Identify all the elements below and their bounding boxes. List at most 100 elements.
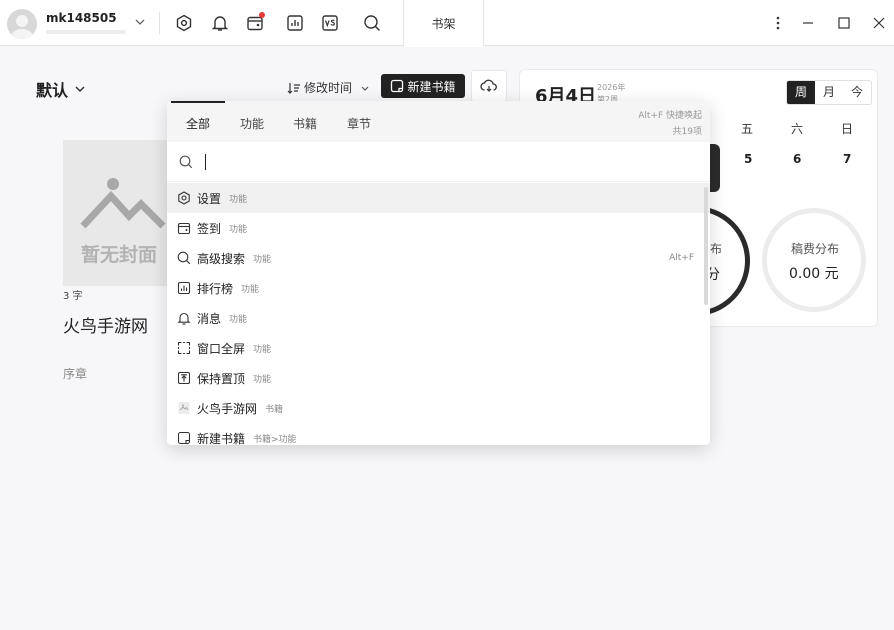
more-icon[interactable] <box>768 13 788 33</box>
top-bar: mk148505 书架 <box>0 0 894 47</box>
username[interactable]: mk148505 <box>46 11 117 25</box>
book-card[interactable]: 暂无封面 <box>63 140 173 286</box>
app-window: mk148505 书架 默认 修改时间 新建书籍 暂无封面 3 字 火鸟手游网 … <box>0 0 894 630</box>
new-book-icon <box>391 79 404 93</box>
royalty-distribution-ring <box>762 208 866 312</box>
palette-item-settings[interactable]: 设置 功能 <box>167 183 710 213</box>
ranking-icon[interactable] <box>284 12 306 34</box>
bell-icon[interactable] <box>209 12 231 34</box>
tab-bookshelf[interactable]: 书架 <box>403 0 484 47</box>
chevron-down-icon <box>75 86 85 93</box>
weekday-sat: 六 <box>791 122 804 136</box>
palette-item-tag: 功能 <box>241 284 260 295</box>
palette-item-book[interactable]: 火鸟手游网 书籍 <box>167 393 710 423</box>
bell-icon <box>176 311 191 326</box>
notification-dot <box>259 12 265 18</box>
palette-item-fullscreen[interactable]: 窗口全屏 功能 <box>167 333 710 363</box>
palette-item-label: 设置 <box>197 191 222 206</box>
day-7[interactable]: 7 <box>843 152 851 166</box>
palette-item-tag: 功能 <box>253 344 272 355</box>
view-month[interactable]: 月 <box>815 81 843 104</box>
new-book-label: 新建书籍 <box>407 79 456 94</box>
palette-item-tag: 功能 <box>253 374 272 385</box>
day-6[interactable]: 6 <box>793 152 801 166</box>
avatar[interactable] <box>7 9 37 39</box>
palette-item-checkin[interactable]: 签到 功能 <box>167 213 710 243</box>
royalty-distribution-label: 稿费分布 <box>791 242 840 256</box>
palette-item-ranking[interactable]: 排行榜 功能 <box>167 273 710 303</box>
weekday-fri: 五 <box>741 122 754 136</box>
palette-result-list: 设置 功能 签到 功能 高级搜索 功能 Alt+F 排行榜 功能 消息 功能 窗… <box>167 183 710 445</box>
palette-item-label: 新建书籍 <box>197 431 246 446</box>
palette-item-advanced-search[interactable]: 高级搜索 功能 Alt+F <box>167 243 710 273</box>
palette-tab-all[interactable]: 全部 <box>186 115 210 132</box>
fullscreen-icon <box>176 341 191 356</box>
view-week[interactable]: 周 <box>787 81 815 104</box>
ranking-icon <box>176 281 191 296</box>
search-icon <box>176 251 191 266</box>
search-icon[interactable] <box>361 12 383 34</box>
palette-scrollbar[interactable] <box>704 187 708 305</box>
palette-item-label: 消息 <box>197 311 222 326</box>
new-book-icon <box>176 431 191 446</box>
calendar-view-switch: 周 月 今 <box>786 80 872 105</box>
palette-item-messages[interactable]: 消息 功能 <box>167 303 710 333</box>
palette-item-label: 签到 <box>197 221 222 236</box>
day-5[interactable]: 5 <box>744 152 752 166</box>
palette-header: 全部 功能 书籍 章节 Alt+F 快捷唤起 共19项 <box>167 101 710 142</box>
command-palette: 全部 功能 书籍 章节 Alt+F 快捷唤起 共19项 设置 功能 签到 功能 <box>167 101 710 445</box>
palette-item-count: 共19项 <box>672 127 702 137</box>
palette-item-label: 保持置顶 <box>197 371 246 386</box>
pin-top-icon <box>176 371 191 386</box>
palette-item-tag: 功能 <box>229 194 248 205</box>
palette-search <box>167 142 710 182</box>
settings-icon[interactable] <box>173 12 195 34</box>
checkin-icon <box>176 221 191 236</box>
word-distribution-label: 布 <box>710 242 723 256</box>
palette-item-label: 火鸟手游网 <box>197 401 258 416</box>
palette-tab-books[interactable]: 书籍 <box>293 115 317 132</box>
book-cover-icon <box>176 401 191 416</box>
cover-placeholder-text: 暂无封面 <box>81 244 158 266</box>
view-today[interactable]: 今 <box>843 81 871 104</box>
weekday-sun: 日 <box>841 122 854 136</box>
palette-tab-functions[interactable]: 功能 <box>240 115 264 132</box>
checkin-icon[interactable] <box>244 12 266 34</box>
palette-item-tag: 功能 <box>229 224 248 235</box>
text-caret <box>205 154 206 170</box>
book-title[interactable]: 火鸟手游网 <box>63 312 148 337</box>
user-silhouette-icon <box>10 15 34 39</box>
palette-item-pin-top[interactable]: 保持置顶 功能 <box>167 363 710 393</box>
palette-item-shortcut: Alt+F <box>669 253 694 263</box>
palette-item-tag: 书籍>功能 <box>253 434 297 445</box>
chevron-down-icon[interactable] <box>134 16 146 28</box>
user-subtitle-placeholder <box>46 30 126 34</box>
settings-icon <box>176 191 191 206</box>
calendar-year: 2026年 <box>597 83 626 92</box>
palette-item-tag: 书籍 <box>265 404 284 415</box>
close-icon[interactable] <box>869 13 889 33</box>
palette-item-label: 窗口全屏 <box>197 341 246 356</box>
palette-tab-chapters[interactable]: 章节 <box>347 115 371 132</box>
book-cover: 暂无封面 <box>63 140 173 286</box>
shelf-filter-dropdown[interactable]: 默认 <box>36 77 86 101</box>
chevron-down-icon <box>361 86 369 91</box>
sort-dropdown[interactable]: 修改时间 <box>287 79 371 96</box>
maximize-icon[interactable] <box>834 13 854 33</box>
book-latest-chapter: 序章 <box>63 367 88 381</box>
new-book-button[interactable]: 新建书籍 <box>381 74 465 98</box>
vs-icon[interactable] <box>319 12 341 34</box>
palette-search-input[interactable] <box>203 152 683 172</box>
palette-item-tag: 功能 <box>229 314 248 325</box>
palette-item-new-book[interactable]: 新建书籍 书籍>功能 <box>167 423 710 445</box>
search-icon <box>179 155 193 169</box>
palette-hint: Alt+F 快捷唤起 共19项 <box>638 108 702 140</box>
cloud-sync-button[interactable] <box>471 70 507 102</box>
palette-item-label: 高级搜索 <box>197 251 246 266</box>
active-tab-indicator <box>171 101 225 103</box>
palette-item-tag: 功能 <box>253 254 272 265</box>
minimize-icon[interactable] <box>798 13 818 33</box>
toolbar-divider <box>159 12 160 34</box>
sort-label: 修改时间 <box>304 81 353 95</box>
palette-item-label: 排行榜 <box>197 281 234 296</box>
